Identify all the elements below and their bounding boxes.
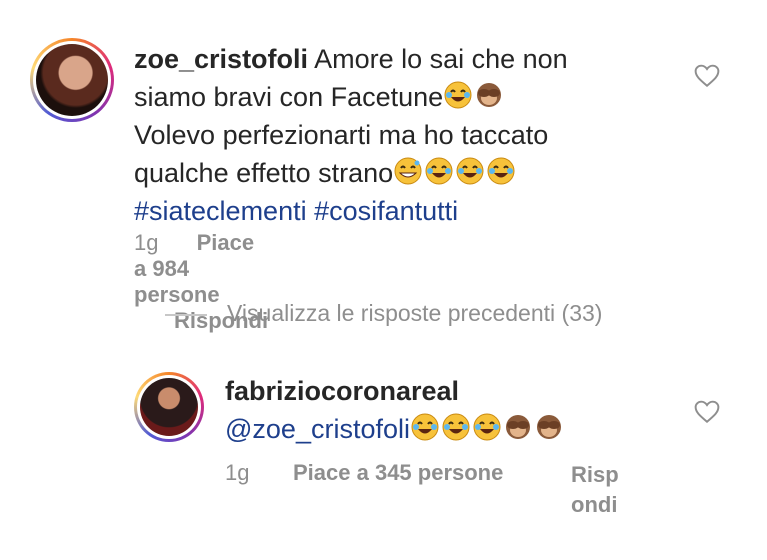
laughing-emoji-icon <box>424 157 455 188</box>
heart-outline-icon[interactable] <box>694 64 720 88</box>
reply-label-part: Risp <box>571 462 619 487</box>
grinning-sweat-emoji-icon <box>393 157 424 188</box>
avatar[interactable] <box>30 38 114 122</box>
laughing-emoji-icon <box>410 413 441 444</box>
see-no-evil-monkey-icon <box>534 414 565 444</box>
reply-button[interactable]: Risp ondi <box>571 460 619 520</box>
timestamp: 1g <box>134 230 159 255</box>
laughing-emoji-icon <box>443 81 474 112</box>
divider-line <box>165 313 207 316</box>
laughing-emoji-icon <box>486 157 517 188</box>
view-previous-replies[interactable]: Visualizza le risposte precedenti (33) <box>165 300 602 327</box>
comment-line: siamo bravi con Facetune <box>134 82 444 112</box>
mention-link[interactable]: @zoe_cristofoli <box>225 414 410 444</box>
laughing-emoji-icon <box>472 413 503 444</box>
reply-label-part: ondi <box>571 492 618 517</box>
comment-text: fabriziocoronareal @zoe_cristofoli <box>225 372 665 448</box>
hashtags[interactable]: #siateclementi #cosifantutti <box>134 192 694 230</box>
see-no-evil-monkey-icon <box>503 414 534 444</box>
view-replies-label: Visualizza le risposte precedenti (33) <box>227 300 603 326</box>
username[interactable]: zoe_cristofoli <box>134 44 308 74</box>
see-no-evil-monkey-icon <box>474 82 505 112</box>
avatar[interactable] <box>134 372 204 442</box>
timestamp: 1g <box>225 460 250 485</box>
comment-text: zoe_cristofoli Amore lo sai che non siam… <box>134 40 694 230</box>
comment-line: Volevo perfezionarti ma ho taccato <box>134 120 549 150</box>
username[interactable]: fabriziocoronareal <box>225 372 665 410</box>
likes-count[interactable]: Piace a 345 persone <box>293 460 503 486</box>
heart-outline-icon[interactable] <box>694 400 720 424</box>
comment-line: Amore lo sai che non <box>314 44 568 74</box>
comment-line: qualche effetto strano <box>134 158 394 188</box>
laughing-emoji-icon <box>455 157 486 188</box>
laughing-emoji-icon <box>441 413 472 444</box>
comment-meta: 1g Piace a 345 persone Risp ondi <box>225 460 645 517</box>
